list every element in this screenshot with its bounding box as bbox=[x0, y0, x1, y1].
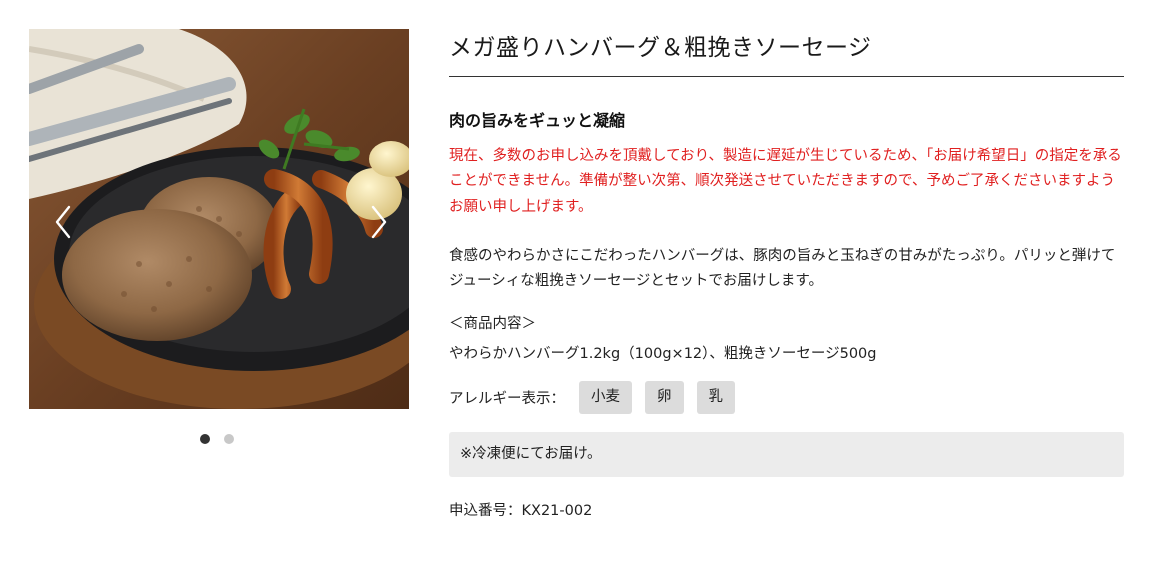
order-number: 申込番号：KX21-002 bbox=[449, 503, 593, 520]
product-image-carousel[interactable] bbox=[29, 29, 409, 409]
title-divider bbox=[449, 76, 1124, 77]
shipping-note: ※冷凍便にてお届け。 bbox=[449, 432, 1124, 478]
product-description: 食感のやわらかさにこだわったハンバーグは、豚肉の旨みと玉ねぎの甘みがたっぷり。パ… bbox=[449, 247, 1116, 290]
allergen-tag-egg: 卵 bbox=[645, 380, 684, 414]
product-detail: メガ盛りハンバーグ＆粗挽きソーセージ 肉の旨みをギュッと凝縮 現在、多数のお申し… bbox=[449, 30, 1124, 522]
carousel-dot-1[interactable] bbox=[200, 434, 210, 444]
contents-heading: ＜商品内容＞ bbox=[449, 316, 536, 333]
allergy-info: アレルギー表示： 小麦 卵 乳 bbox=[449, 380, 1124, 414]
product-subtitle: 肉の旨みをギュッと凝縮 bbox=[449, 111, 626, 130]
carousel-next-button[interactable] bbox=[365, 205, 393, 239]
chevron-left-icon bbox=[55, 205, 71, 239]
allergy-label: アレルギー表示： bbox=[449, 390, 565, 407]
allergen-tag-milk: 乳 bbox=[696, 380, 735, 414]
carousel-prev-button[interactable] bbox=[49, 205, 77, 239]
product-title: メガ盛りハンバーグ＆粗挽きソーセージ bbox=[449, 35, 872, 61]
chevron-right-icon bbox=[371, 205, 387, 239]
allergen-tag-wheat: 小麦 bbox=[579, 380, 632, 414]
product-photo bbox=[29, 29, 409, 409]
carousel-dot-2[interactable] bbox=[224, 434, 234, 444]
product-contents: やわらかハンバーグ1.2kg（100g×12）、粗挽きソーセージ500g bbox=[449, 346, 877, 363]
carousel-pagination bbox=[200, 434, 234, 444]
delay-notice: 現在、多数のお申し込みを頂戴しており、製造に遅延が生じているため、「お届け希望日… bbox=[449, 148, 1122, 215]
